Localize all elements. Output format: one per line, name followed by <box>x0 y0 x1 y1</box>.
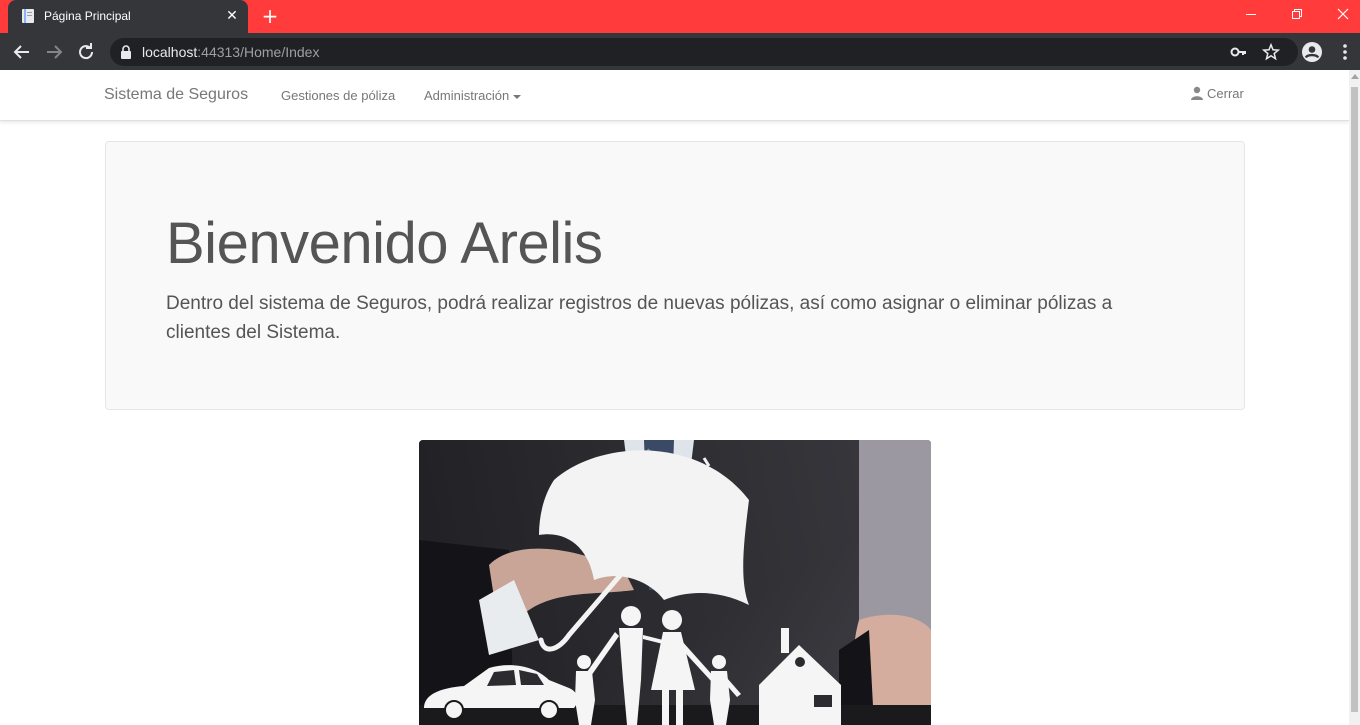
browser-titlebar: Página Principal ✕ + <box>0 0 1360 33</box>
logout-label: Cerrar <box>1207 86 1244 101</box>
nav-link-gestiones[interactable]: Gestiones de póliza <box>281 88 395 103</box>
user-icon <box>1191 86 1203 100</box>
browser-tab-active[interactable]: Página Principal ✕ <box>8 0 248 33</box>
scroll-up-icon[interactable] <box>1351 74 1359 79</box>
logout-link[interactable]: Cerrar <box>1190 86 1244 101</box>
account-circle-icon[interactable] <box>1301 41 1323 63</box>
insurance-hero-image <box>419 440 931 725</box>
umbrella-family-illustration <box>419 440 931 725</box>
kebab-menu-icon[interactable] <box>1334 41 1356 63</box>
caret-down-icon <box>513 94 522 99</box>
forward-arrow-icon[interactable] <box>42 40 66 64</box>
page-scrollbar[interactable] <box>1349 70 1360 725</box>
close-icon <box>1337 8 1349 20</box>
site-navbar: Sistema de Seguros Gestiones de póliza A… <box>0 70 1349 121</box>
lock-icon <box>121 45 131 59</box>
star-icon[interactable] <box>1262 43 1280 61</box>
close-tab-icon[interactable]: ✕ <box>224 8 240 24</box>
browser-toolbar: localhost:44313/Home/Index <box>0 33 1360 70</box>
address-bar[interactable]: localhost:44313/Home/Index <box>110 38 1298 66</box>
navbar-brand[interactable]: Sistema de Seguros <box>104 86 248 104</box>
welcome-heading: Bienvenido Arelis <box>166 211 603 276</box>
nav-dropdown-label: Administración <box>424 88 510 103</box>
welcome-text: Dentro del sistema de Seguros, podrá rea… <box>166 293 1113 343</box>
nav-dropdown-administracion[interactable]: Administración <box>424 88 522 103</box>
tab-title: Página Principal <box>44 9 131 23</box>
close-window-button[interactable] <box>1320 0 1360 30</box>
url-text: localhost:44313/Home/Index <box>142 44 319 60</box>
welcome-jumbotron: Bienvenido Arelis Dentro del sistema de … <box>105 141 1245 410</box>
file-icon <box>22 9 34 23</box>
url-host: localhost <box>142 44 198 60</box>
restore-button[interactable] <box>1274 0 1320 30</box>
restore-icon <box>1292 9 1302 19</box>
new-tab-button[interactable]: + <box>258 5 282 29</box>
page-viewport: Sistema de Seguros Gestiones de póliza A… <box>0 70 1349 725</box>
minimize-icon <box>1246 14 1256 15</box>
minimize-button[interactable] <box>1228 0 1274 30</box>
reload-icon[interactable] <box>74 40 98 64</box>
key-icon[interactable] <box>1230 43 1248 61</box>
url-path: :44313/Home/Index <box>197 44 320 60</box>
scrollbar-thumb[interactable] <box>1351 87 1358 712</box>
back-arrow-icon[interactable] <box>10 40 34 64</box>
